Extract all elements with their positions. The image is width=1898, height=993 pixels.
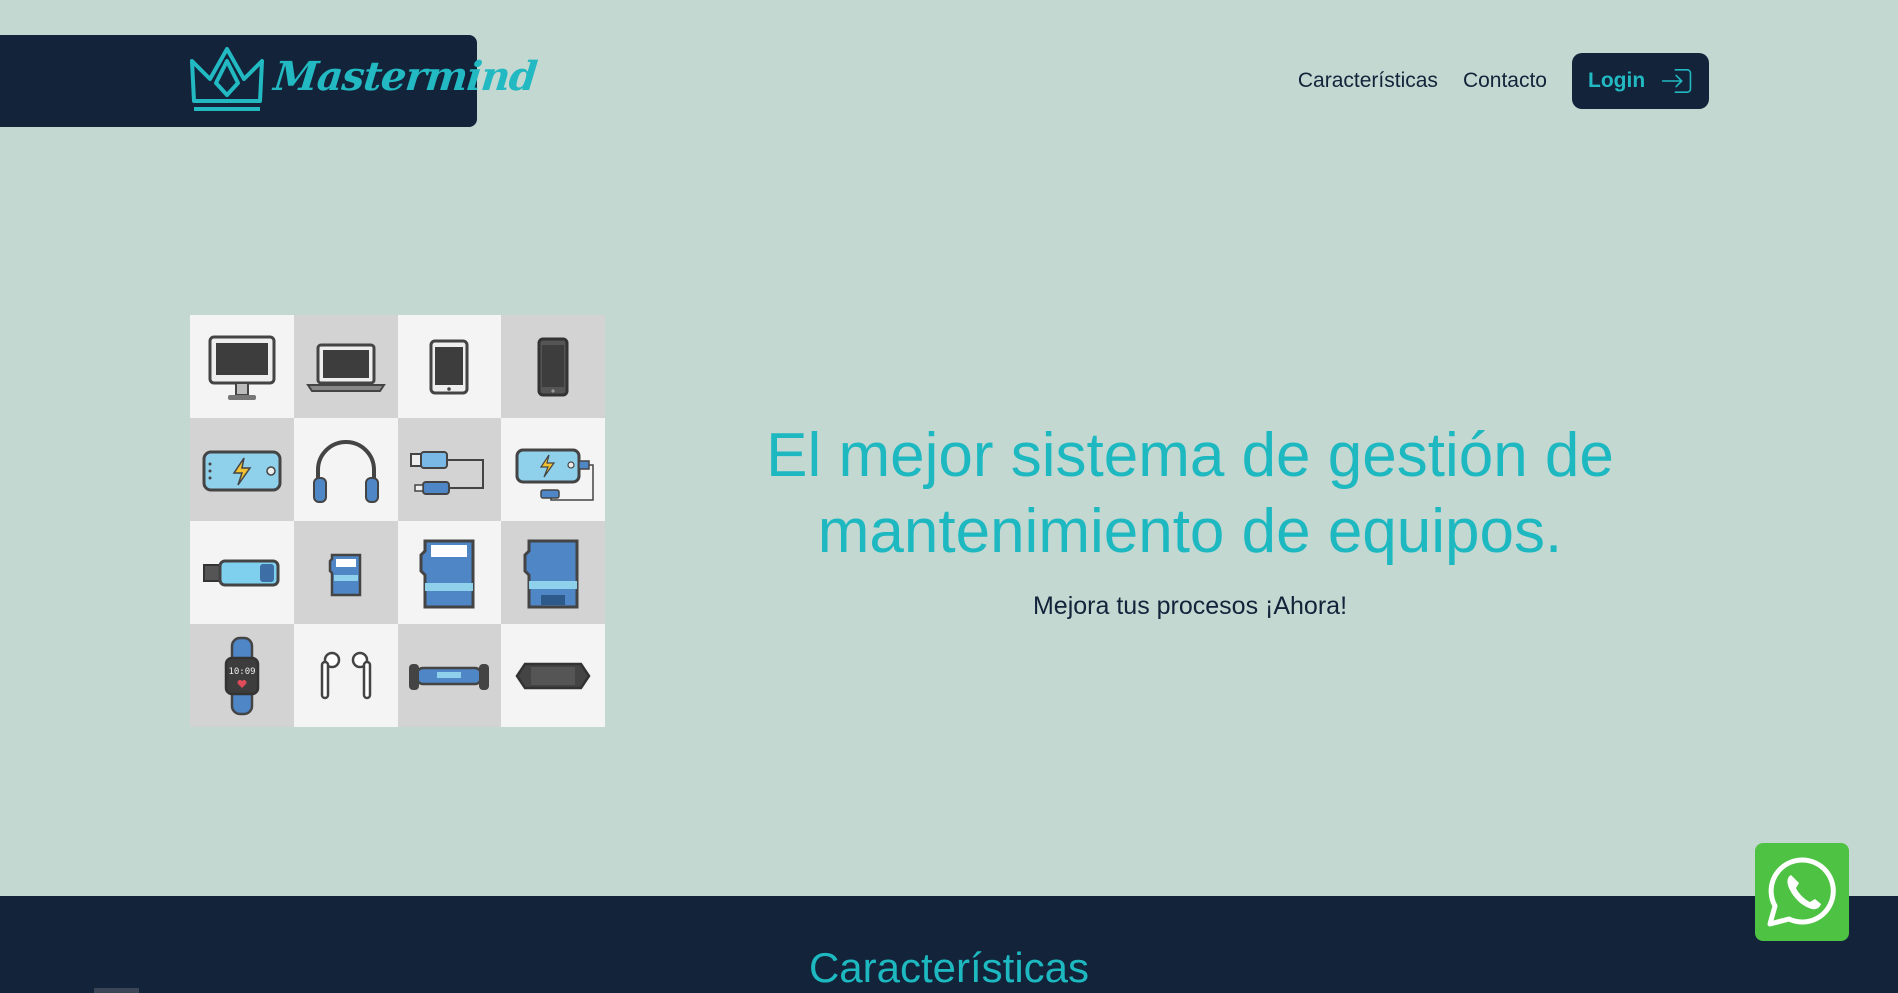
tile	[501, 521, 605, 624]
power-bank-icon	[202, 450, 282, 491]
logo-text: Mastermind	[271, 53, 539, 100]
usb-cable-icon	[410, 450, 485, 495]
tile	[190, 521, 294, 624]
crown-logo-icon	[190, 47, 264, 111]
game-console-icon	[515, 662, 591, 689]
tile	[293, 315, 398, 418]
tile	[190, 418, 294, 521]
power-bank-cable-icon	[515, 448, 594, 501]
tile	[190, 315, 294, 418]
hoverboard-icon	[409, 663, 490, 690]
features-section: Características	[0, 896, 1898, 993]
micro-sd-card-icon	[328, 553, 361, 596]
tile	[501, 624, 605, 727]
sign-in-icon	[1661, 69, 1692, 93]
login-button-label: Login	[1588, 69, 1646, 92]
devices-illustration: 10:09	[190, 315, 605, 727]
tile	[397, 624, 502, 727]
hero-title: El mejor sistema de gestión de mantenimi…	[690, 418, 1690, 570]
logo[interactable]: Mastermind	[0, 35, 539, 127]
tile	[293, 521, 398, 624]
tile	[397, 521, 502, 624]
tile	[293, 418, 398, 521]
tile	[397, 418, 502, 521]
tile: 10:09	[190, 624, 294, 727]
nav-link-caracteristicas[interactable]: Características	[1298, 69, 1438, 93]
nav-link-contacto[interactable]: Contacto	[1463, 69, 1547, 93]
landing-page: Mastermind Características Contacto Logi…	[0, 0, 1898, 993]
tile	[501, 418, 605, 521]
divider	[94, 988, 139, 993]
svg-text:10:09: 10:09	[228, 667, 255, 677]
usb-flash-drive-icon	[202, 559, 280, 586]
whatsapp-button[interactable]	[1755, 843, 1849, 941]
hero-subtitle: Mejora tus procesos ¡Ahora!	[1032, 592, 1348, 620]
earbuds-icon	[320, 651, 371, 699]
desktop-monitor-icon	[208, 335, 276, 400]
tile	[501, 315, 605, 418]
hero: El mejor sistema de gestión de mantenimi…	[690, 418, 1690, 621]
top-nav: Características Contacto Login	[1298, 53, 1709, 109]
laptop-icon	[305, 343, 386, 392]
headphones-icon	[312, 439, 379, 503]
tile	[293, 624, 398, 727]
features-title: Características	[808, 944, 1090, 991]
login-button[interactable]: Login	[1572, 53, 1709, 109]
tablet-icon	[429, 339, 469, 394]
whatsapp-icon	[1767, 857, 1836, 927]
smartphone-icon	[537, 337, 569, 396]
hero-title-line-1: El mejor sistema de gestión de	[766, 421, 1614, 490]
hero-title-line-2: mantenimiento de equipos.	[817, 497, 1563, 566]
tile	[397, 315, 502, 418]
smartwatch-icon: 10:09	[224, 636, 260, 715]
sd-card-icon	[419, 539, 475, 608]
sd-adapter-icon	[523, 539, 579, 608]
